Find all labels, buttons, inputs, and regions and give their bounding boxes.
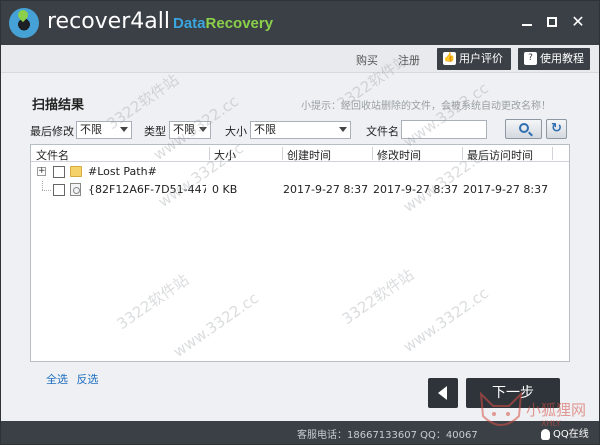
size-filter-value: 不限 (254, 123, 276, 136)
modified-filter-value: 不限 (80, 123, 102, 136)
column-divider[interactable] (462, 147, 463, 160)
chevron-down-icon (199, 127, 207, 132)
search-icon (519, 123, 529, 133)
table-row[interactable]: + #Lost Path# (31, 163, 569, 181)
row-checkbox[interactable] (53, 166, 65, 178)
row-file-size: 0 KB (212, 183, 238, 196)
chevron-down-icon (339, 127, 347, 132)
back-button[interactable] (428, 378, 458, 408)
filename-input[interactable] (401, 120, 487, 139)
contact-info: 客服电话：18667133607 QQ：40067 (297, 430, 478, 441)
product-name: DataRecovery (173, 15, 273, 32)
column-divider[interactable] (209, 147, 210, 160)
row-created-time: 2017-9-27 8:37... (283, 183, 369, 196)
app-name: recover4all (47, 9, 170, 34)
page-title: 扫描结果 (32, 98, 85, 113)
tutorial-button[interactable]: ? 使用教程 (518, 48, 590, 70)
table-header: 文件名 大小 创建时间 修改时间 最后访问时间 (31, 145, 569, 162)
column-header-created[interactable]: 创建时间 (287, 147, 331, 163)
maximize-button[interactable] (542, 12, 562, 32)
tutorial-label: 使用教程 (540, 52, 584, 65)
maximize-icon (547, 17, 557, 27)
type-filter-select[interactable]: 不限 (169, 121, 211, 139)
app-window: recover4all DataRecovery ✕ 购买 注册 👍 用户评价 … (0, 0, 600, 445)
close-icon: ✕ (571, 12, 585, 31)
size-filter-select[interactable]: 不限 (250, 121, 351, 139)
row-file-name: #Lost Path# (88, 165, 157, 178)
column-header-size[interactable]: 大小 (214, 147, 236, 163)
filename-filter-label: 文件名 (366, 125, 399, 138)
selection-links: 全选 反选 (46, 371, 104, 387)
chevron-down-icon (120, 127, 128, 132)
minimize-button[interactable] (517, 12, 537, 32)
column-header-modified[interactable]: 修改时间 (377, 147, 421, 163)
results-table: 文件名 大小 创建时间 修改时间 最后访问时间 + #Lost Path# {8… (30, 144, 570, 362)
type-filter-value: 不限 (173, 123, 195, 136)
column-header-accessed[interactable]: 最后访问时间 (467, 147, 533, 163)
column-divider[interactable] (282, 147, 283, 160)
product-name-part2: Recovery (205, 15, 274, 32)
row-modified-time: 2017-9-27 8:37... (373, 183, 459, 196)
qq-online-label: QQ在线 (553, 429, 589, 440)
tree-line (42, 181, 43, 190)
footer-bar: 客服电话：18667133607 QQ：40067 QQ在线 (1, 421, 599, 444)
buy-link[interactable]: 购买 (356, 52, 378, 68)
fox-watermark-sub: XHLY (541, 419, 561, 428)
watermark-text: www.3322.cc (399, 79, 492, 151)
qq-penguin-icon (541, 428, 550, 440)
minimize-icon (522, 24, 532, 26)
tip-text: 小提示：经回收站删除的文件，会被系统自动更改名称！ (301, 101, 551, 112)
invert-selection-link[interactable]: 反选 (77, 373, 99, 386)
refresh-button[interactable]: ↻ (546, 119, 567, 139)
row-checkbox[interactable] (53, 184, 65, 196)
title-bar: recover4all DataRecovery ✕ (1, 1, 599, 45)
close-button[interactable]: ✕ (568, 12, 588, 32)
row-accessed-time: 2017-9-27 8:37... (463, 183, 549, 196)
select-all-link[interactable]: 全选 (46, 373, 68, 386)
table-row[interactable]: {82F12A6F-7D51-447... 0 KB 2017-9-27 8:3… (31, 181, 569, 199)
tree-line (42, 190, 51, 191)
refresh-icon: ↻ (551, 121, 562, 136)
fox-watermark-text: 小狐狸网 (526, 401, 587, 419)
column-divider[interactable] (372, 147, 373, 160)
user-reviews-label: 用户评价 (459, 52, 503, 65)
row-file-name: {82F12A6F-7D51-447... (88, 183, 206, 196)
size-filter-label: 大小 (225, 125, 247, 138)
modified-filter-select[interactable]: 不限 (76, 121, 132, 139)
modified-filter-label: 最后修改 (30, 125, 74, 138)
search-button[interactable] (505, 119, 542, 139)
column-header-name[interactable]: 文件名 (36, 147, 69, 163)
expand-toggle-icon[interactable]: + (37, 167, 46, 176)
column-divider[interactable] (552, 147, 553, 160)
top-links-bar: 购买 注册 👍 用户评价 ? 使用教程 (1, 45, 599, 73)
product-name-part1: Data (173, 15, 206, 32)
type-filter-label: 类型 (144, 125, 166, 138)
user-reviews-button[interactable]: 👍 用户评价 (437, 48, 511, 70)
app-logo-icon (9, 8, 39, 38)
question-icon: ? (524, 52, 537, 65)
thumbs-up-icon: 👍 (443, 52, 456, 65)
register-link[interactable]: 注册 (398, 52, 420, 68)
file-icon (70, 183, 81, 196)
folder-icon (70, 166, 82, 177)
